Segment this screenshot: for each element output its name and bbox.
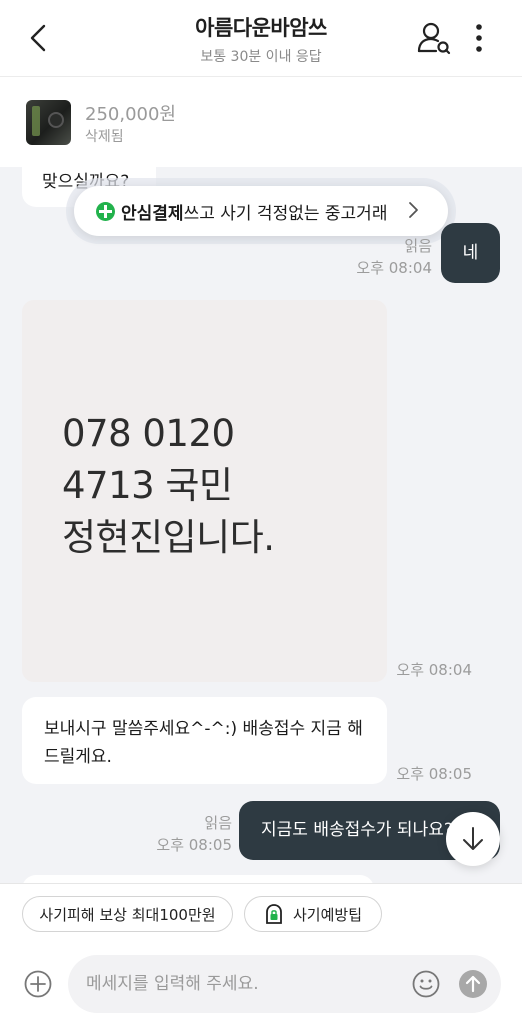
- more-options-button[interactable]: [468, 22, 490, 54]
- safe-payment-title: 안심결제: [121, 203, 184, 224]
- message-meta: 읽음 오후 08:04: [340, 235, 432, 279]
- incoming-message: 보내시구 말씀주세요^-^:) 배송접수 지금 해드릴게요.: [22, 697, 387, 784]
- user-search-icon: [417, 22, 451, 55]
- product-bar[interactable]: [0, 77, 522, 167]
- composer-area: 사기피해 보상 최대100만원 사기예방팁: [0, 883, 522, 1024]
- smiley-icon: [412, 970, 440, 998]
- image-text-line: 078 0120: [62, 412, 235, 455]
- chip-label: 사기예방팁: [293, 905, 363, 924]
- incoming-message-partial: [22, 875, 374, 883]
- arrow-down-icon: [463, 827, 483, 850]
- safe-payment-banner[interactable]: 안심결제 쓰고 사기 걱정없는 중고거래: [74, 186, 448, 236]
- attach-button[interactable]: [24, 970, 52, 998]
- message-input[interactable]: [86, 955, 406, 1013]
- scroll-to-bottom-button[interactable]: [446, 812, 500, 866]
- message-time: 오후 08:05: [396, 765, 472, 783]
- chip-label: 사기피해 보상 최대100만원: [39, 905, 216, 924]
- send-button[interactable]: [459, 970, 487, 998]
- message-meta: 읽음 오후 08:05: [140, 812, 232, 856]
- message-time: 오후 08:04: [356, 259, 432, 277]
- image-message[interactable]: 078 0120 4713 국민 정현진입니다.: [22, 300, 387, 682]
- product-thumbnail[interactable]: [26, 100, 71, 145]
- plus-circle-icon: [24, 970, 52, 998]
- read-receipt: 읽음: [404, 237, 432, 255]
- message-time: 오후 08:04: [396, 661, 472, 679]
- product-price: 250,000원: [85, 104, 176, 125]
- image-message-text: 078 0120 4713 국민 정현진입니다.: [62, 408, 275, 564]
- read-receipt: 읽음: [204, 814, 232, 832]
- chevron-right-icon: [409, 202, 418, 218]
- emoji-button[interactable]: [412, 970, 440, 998]
- chat-messages[interactable]: 맞으실까요? 안심결제 쓰고 사기 걱정없는 중고거래 읽음 오후 08:04 네…: [0, 167, 522, 883]
- message-input-container: [68, 955, 501, 1013]
- plus-shield-icon: [96, 201, 115, 221]
- message-time: 오후 08:05: [156, 836, 232, 854]
- outgoing-message: 네: [441, 223, 500, 283]
- fraud-compensation-chip[interactable]: 사기피해 보상 최대100만원: [22, 896, 233, 932]
- profile-button[interactable]: [416, 20, 452, 56]
- image-text-line: 4713 국민: [62, 464, 233, 507]
- fraud-prevention-chip[interactable]: 사기예방팁: [244, 896, 382, 932]
- chat-header: 아름다운바암쓰 보통 30분 이내 응답: [0, 0, 522, 77]
- safe-payment-text: 쓰고 사기 걱정없는 중고거래: [183, 203, 388, 224]
- product-status: 삭제됨: [85, 129, 124, 145]
- more-vertical-icon: [476, 24, 482, 52]
- arrow-up-icon: [465, 975, 481, 993]
- shield-lock-icon: [266, 904, 282, 924]
- image-text-line: 정현진입니다.: [62, 516, 275, 559]
